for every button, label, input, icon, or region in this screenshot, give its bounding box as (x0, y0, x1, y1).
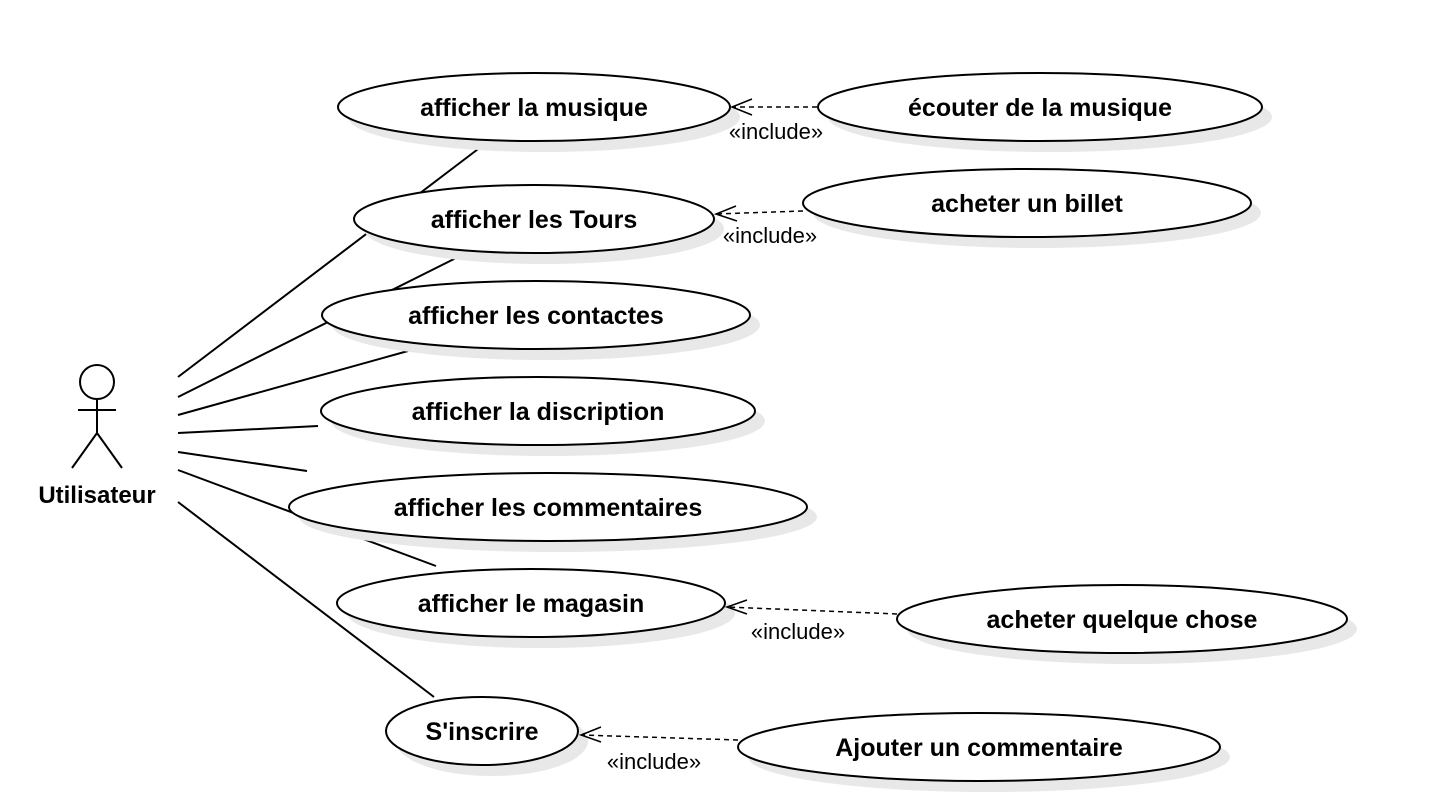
actor-label: Utilisateur (38, 482, 155, 509)
use-case-afficher-discription[interactable]: afficher la discription (320, 376, 765, 456)
use-case-sinscrire[interactable]: S'inscrire (385, 696, 588, 776)
actor-head (79, 364, 115, 400)
use-case-label: Ajouter un commentaire (835, 734, 1123, 762)
actor-right-leg (96, 432, 123, 469)
use-case-afficher-magasin[interactable]: afficher le magasin (336, 568, 735, 648)
use-case-acheter-chose[interactable]: acheter quelque chose (896, 584, 1357, 664)
include-musique: «include» (729, 98, 823, 144)
use-case-label: écouter de la musique (908, 94, 1172, 122)
use-case-label: afficher les commentaires (394, 494, 702, 522)
assoc-afficher-discription (177, 425, 319, 434)
use-case-afficher-contactes[interactable]: afficher les contactes (321, 280, 760, 360)
include-billet: «include» (713, 205, 817, 248)
include-label: «include» (751, 619, 845, 644)
use-case-label: afficher le magasin (418, 590, 644, 618)
use-case-label: afficher la musique (420, 94, 648, 122)
use-case-afficher-tours[interactable]: afficher les Tours (353, 184, 724, 264)
use-case-label: afficher la discription (412, 398, 665, 426)
include-label: «include» (729, 119, 823, 144)
include-chose: «include» (724, 599, 898, 644)
use-case-ajouter-commentaire[interactable]: Ajouter un commentaire (737, 712, 1230, 792)
use-case-label: afficher les contactes (408, 302, 664, 330)
use-case-label: acheter un billet (931, 190, 1123, 218)
use-case-afficher-commentaires[interactable]: afficher les commentaires (288, 472, 817, 552)
use-case-afficher-musique[interactable]: afficher la musique (337, 72, 740, 152)
include-commentaire: «include» (578, 726, 739, 774)
include-label: «include» (607, 749, 701, 774)
include-line (726, 606, 898, 615)
use-case-ecouter-musique[interactable]: écouter de la musique (817, 72, 1272, 152)
use-case-acheter-billet[interactable]: acheter un billet (802, 168, 1261, 248)
actor-left-leg (71, 432, 98, 469)
use-case-label: acheter quelque chose (987, 606, 1258, 634)
assoc-afficher-commentaires (177, 451, 308, 472)
include-line (580, 734, 739, 741)
use-case-label: S'inscrire (426, 718, 539, 746)
include-line (715, 210, 804, 215)
use-case-label: afficher les Tours (431, 206, 638, 234)
actor-utilisateur[interactable]: Utilisateur (38, 364, 156, 509)
include-label: «include» (723, 223, 817, 248)
use-case-diagram: Utilisateur afficher la musique écouter … (38, 72, 1357, 792)
